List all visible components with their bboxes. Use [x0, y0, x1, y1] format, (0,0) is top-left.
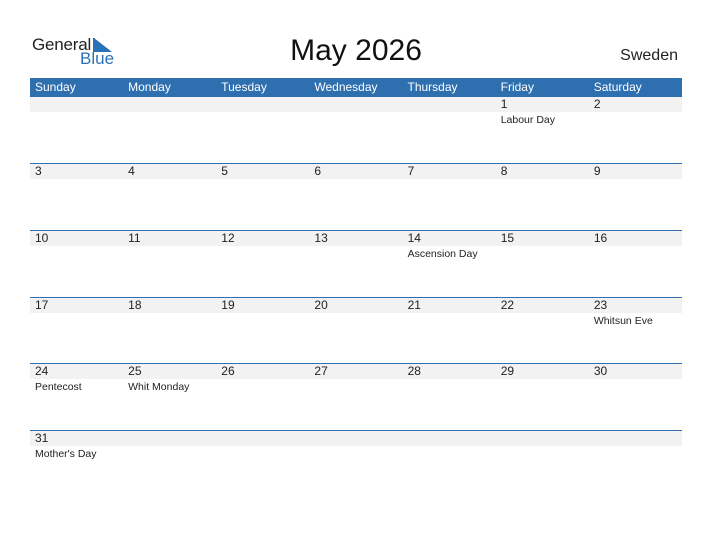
- day-cell: 20: [309, 298, 402, 365]
- week-row: 24 Pentecost 25 Whit Monday 26 27 28 29 30: [30, 363, 682, 431]
- day-cell: [309, 97, 402, 164]
- day-cell: [403, 431, 496, 498]
- day-number: 17: [35, 298, 49, 312]
- day-number: 8: [500, 164, 508, 178]
- week-row: 10 11 12 13 14 Ascension Day 15 16: [30, 230, 682, 298]
- day-cell: 3: [30, 164, 123, 231]
- day-number: 26: [221, 364, 235, 378]
- day-number: 22: [500, 298, 515, 312]
- day-cell: 18: [123, 298, 216, 365]
- holiday-label: Whit Monday: [128, 381, 190, 393]
- week-row: 3 4 5 6 7 8 9: [30, 163, 682, 231]
- day-number: 19: [221, 298, 235, 312]
- day-number: 25: [128, 364, 142, 378]
- weekday-wednesday: Wednesday: [314, 80, 378, 94]
- day-cell: [123, 97, 216, 164]
- weekday-monday: Monday: [128, 80, 171, 94]
- holiday-label: Mother's Day: [35, 448, 97, 460]
- day-number: 29: [500, 364, 515, 378]
- day-number: 2: [593, 97, 601, 111]
- day-number: 13: [314, 231, 328, 245]
- day-number: 30: [593, 364, 608, 378]
- day-number: 28: [407, 364, 421, 378]
- day-number: 4: [128, 164, 135, 178]
- day-number: 12: [221, 231, 235, 245]
- day-cell: 22: [496, 298, 589, 365]
- day-cell: 28: [403, 364, 496, 431]
- day-cell: 12: [216, 231, 309, 298]
- day-number: 24: [35, 364, 49, 378]
- weekday-sunday: Sunday: [35, 80, 76, 94]
- day-cell: [403, 97, 496, 164]
- day-cell: [30, 97, 123, 164]
- day-number: 1: [500, 97, 508, 111]
- holiday-label: Ascension Day: [407, 248, 478, 260]
- day-cell: 13: [309, 231, 402, 298]
- day-cell: 16: [589, 231, 682, 298]
- day-number: 10: [35, 231, 49, 245]
- weekday-tuesday: Tuesday: [221, 80, 267, 94]
- day-number: 5: [221, 164, 228, 178]
- day-number: 27: [314, 364, 328, 378]
- weekday-thursday: Thursday: [407, 80, 458, 94]
- day-cell: 4: [123, 164, 216, 231]
- day-cell: 7: [403, 164, 496, 231]
- weekday-friday: Friday: [500, 80, 534, 94]
- day-cell: [123, 431, 216, 498]
- day-cell: 23 Whitsun Eve: [589, 298, 682, 365]
- day-cell: 2: [589, 97, 682, 164]
- day-cell: 8: [496, 164, 589, 231]
- day-cell: 14 Ascension Day: [403, 231, 496, 298]
- day-cell: [216, 431, 309, 498]
- day-cell: 30: [589, 364, 682, 431]
- day-number: 21: [407, 298, 421, 312]
- day-number: 7: [407, 164, 415, 178]
- day-cell: 27: [309, 364, 402, 431]
- day-cell: [309, 431, 402, 498]
- day-number: 6: [314, 164, 322, 178]
- day-number: 11: [128, 231, 141, 245]
- day-number: 18: [128, 298, 142, 312]
- day-cell: [216, 97, 309, 164]
- day-cell: 9: [589, 164, 682, 231]
- weekday-header: Sunday Monday Tuesday Wednesday Thursday…: [30, 78, 682, 97]
- week-row: 17 18 19 20 21 22 23 Whitsun Eve: [30, 297, 682, 365]
- day-cell: 26: [216, 364, 309, 431]
- day-cell: 1 Labour Day: [496, 97, 589, 164]
- day-cell: 5: [216, 164, 309, 231]
- page-title: May 2026: [290, 34, 422, 67]
- holiday-label: Pentecost: [35, 381, 82, 393]
- day-number: 15: [500, 231, 515, 245]
- day-number: 23: [593, 298, 608, 312]
- day-cell: 6: [309, 164, 402, 231]
- holiday-label: Whitsun Eve: [593, 315, 653, 327]
- day-cell: 10: [30, 231, 123, 298]
- day-cell: 15: [496, 231, 589, 298]
- week-row: 1 Labour Day 2: [30, 97, 682, 164]
- holiday-label: Labour Day: [500, 114, 555, 126]
- weekday-saturday: Saturday: [593, 80, 642, 94]
- day-cell: 29: [496, 364, 589, 431]
- country-label: Sweden: [620, 47, 678, 64]
- week-row: 31 Mother's Day: [30, 430, 682, 498]
- day-cell: 31 Mother's Day: [30, 431, 123, 498]
- day-cell: [496, 431, 589, 498]
- day-cell: 11: [123, 231, 216, 298]
- day-cell: 24 Pentecost: [30, 364, 123, 431]
- day-cell: 17: [30, 298, 123, 365]
- day-cell: 21: [403, 298, 496, 365]
- day-cell: [589, 431, 682, 498]
- day-number: 3: [35, 164, 42, 178]
- day-number: 31: [35, 431, 49, 445]
- day-cell: 19: [216, 298, 309, 365]
- day-cell: 25 Whit Monday: [123, 364, 216, 431]
- day-number: 16: [593, 231, 608, 245]
- day-number: 20: [314, 298, 328, 312]
- day-number: 9: [593, 164, 601, 178]
- day-number: 14: [407, 231, 421, 245]
